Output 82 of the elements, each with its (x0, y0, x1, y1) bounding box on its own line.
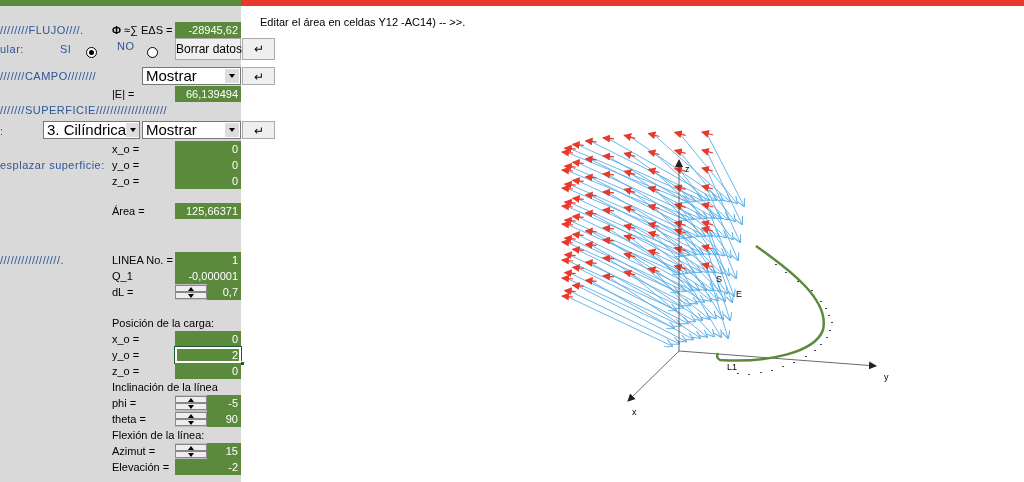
down-arrow-icon (188, 452, 194, 457)
field-label: LINEA No. = (112, 253, 174, 268)
plot-label: S (716, 274, 722, 284)
section-label: Flexión de la línea: (112, 428, 206, 443)
section-heading: ///////SUPERFICIE//////////////////// (0, 103, 169, 118)
section-label: esplazar superficie: (0, 158, 106, 173)
down-arrow-icon (229, 128, 235, 132)
value-cell[interactable]: 15 (207, 443, 241, 460)
field-label: x_o = (112, 332, 141, 347)
spin-down-button[interactable] (175, 403, 207, 411)
value-cell[interactable]: -5 (207, 395, 241, 412)
field-label: |E| = (112, 87, 136, 102)
field-label: Φ ≈∑ EΔS = (112, 23, 174, 38)
spinner[interactable] (175, 284, 207, 301)
value-cell[interactable]: 0 (175, 141, 241, 158)
spin-up-button[interactable] (175, 412, 207, 420)
plot-label: x (632, 407, 637, 417)
field-label: y_o = (112, 158, 141, 173)
up-arrow-icon (188, 397, 194, 402)
spin-up-button[interactable] (175, 444, 207, 452)
plot-label: L1 (727, 362, 737, 372)
dropdown[interactable]: Mostrar (142, 67, 241, 85)
plot-label: y (884, 372, 889, 382)
spinner[interactable] (175, 443, 207, 460)
value-cell[interactable]: 0 (175, 363, 241, 380)
value-cell[interactable]: 1 (175, 252, 241, 269)
field-label: Q_1 (112, 269, 134, 284)
section-label: Inclinación de la línea (112, 380, 219, 395)
field-label: theta = (112, 412, 147, 427)
field-label: z_o = (112, 174, 141, 189)
enter-button[interactable]: ↵ (242, 67, 275, 85)
value-cell[interactable]: 0,7 (207, 284, 241, 301)
plot-label: E (736, 289, 742, 299)
value-cell[interactable]: -2 (175, 459, 241, 476)
field-label: phi = (112, 396, 138, 411)
value-cell[interactable]: -0,000001 (175, 268, 241, 285)
field-label: Elevación = (112, 460, 171, 475)
value-cell[interactable]: 125,66371 (175, 203, 241, 220)
up-arrow-icon (188, 413, 194, 418)
section-label: ////////FLUJO////. (0, 23, 85, 38)
field-label: Área = (112, 204, 146, 219)
spinner[interactable] (175, 395, 207, 412)
section-label: /////////////////. (0, 253, 65, 268)
up-arrow-icon (188, 286, 194, 291)
spin-down-button[interactable] (175, 292, 207, 300)
field-label: Azimut = (112, 444, 157, 459)
dropdown[interactable]: Mostrar (142, 121, 241, 139)
value-cell[interactable]: 0 (175, 173, 241, 190)
value-cell[interactable]: -28945,62 (175, 22, 241, 39)
down-arrow-icon (188, 404, 194, 409)
value-cell[interactable]: 90 (207, 411, 241, 428)
down-arrow-icon (188, 420, 194, 425)
section-label: Posición de la carga: (112, 316, 216, 331)
spinner[interactable] (175, 411, 207, 428)
down-arrow-icon (188, 293, 194, 298)
down-arrow-icon (229, 74, 235, 78)
field-label: x_o = (112, 142, 141, 157)
value-cell[interactable]: 66,139494 (175, 86, 241, 103)
field-label: y_o = (112, 348, 141, 363)
enter-button[interactable]: ↵ (242, 121, 275, 139)
value-cell[interactable]: 0 (175, 331, 241, 348)
spin-up-button[interactable] (175, 285, 207, 293)
up-arrow-icon (188, 445, 194, 450)
down-arrow-icon (130, 128, 137, 132)
option-label: SI (60, 42, 72, 57)
section-label: ///////CAMPO//////// (0, 69, 97, 84)
clear-button[interactable]: Borrar datos (175, 38, 241, 60)
spin-up-button[interactable] (175, 396, 207, 404)
field-label: dL = (112, 285, 135, 300)
option-label: NO (117, 39, 135, 54)
enter-button[interactable]: ↵ (242, 38, 275, 60)
field-label: z_o = (112, 364, 141, 379)
plot-label: z (685, 164, 690, 174)
radio-button[interactable] (86, 47, 97, 58)
dropdown[interactable]: 3. Cilíndrica (43, 121, 140, 139)
spin-down-button[interactable] (175, 451, 207, 459)
section-label: : (0, 124, 4, 139)
field-label: ular: (0, 42, 24, 57)
value-cell[interactable]: 0 (175, 157, 241, 174)
instruction-text: Editar el área en celdas Y12 -AC14) -- >>. (260, 16, 466, 28)
radio-button[interactable] (147, 47, 158, 58)
spin-down-button[interactable] (175, 419, 207, 427)
